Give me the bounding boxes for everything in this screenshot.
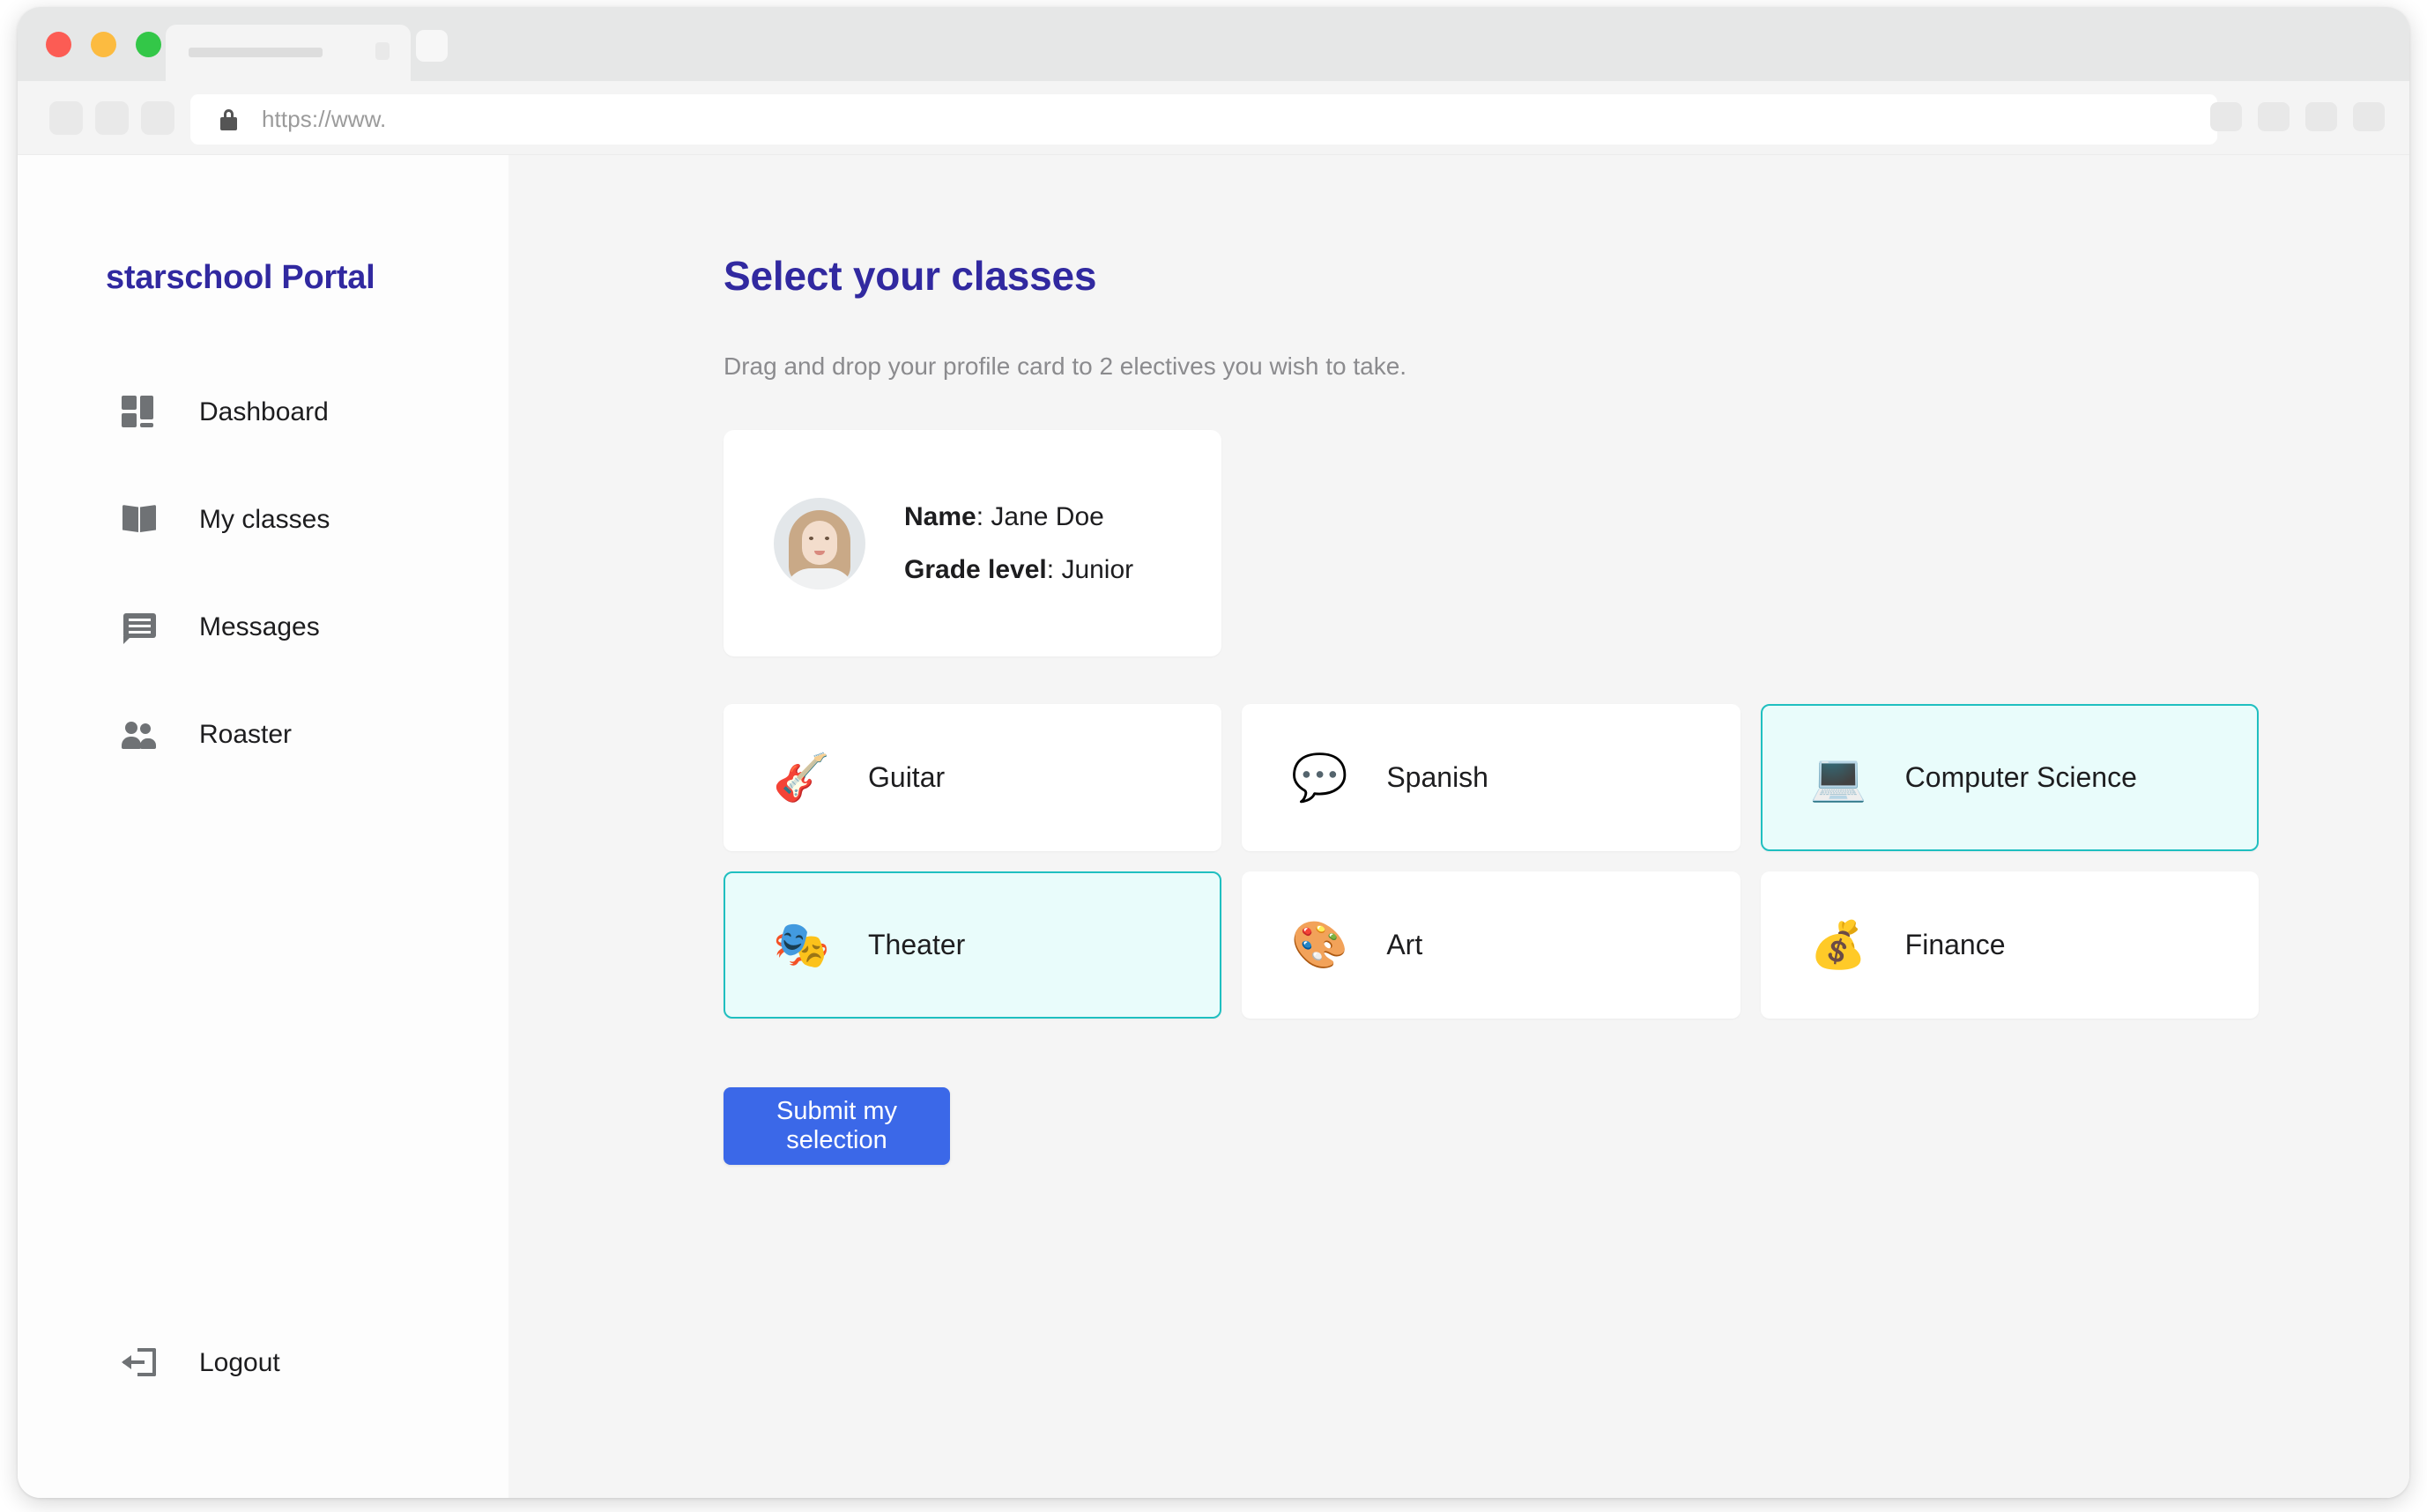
money-bag-icon: 💰 [1809,919,1867,971]
dashboard-grid-icon [122,394,159,431]
open-book-icon [122,501,159,538]
back-button[interactable] [49,101,83,135]
sidebar-item-roaster[interactable]: Roaster [18,704,508,766]
toolbar-button-3[interactable] [2305,102,2337,131]
profile-grade-separator: : [1046,554,1062,584]
browser-tab[interactable] [166,25,411,81]
browser-tab-strip [18,7,2409,81]
profile-details: Name: Jane Doe Grade level: Junior [904,502,1133,585]
chat-bubble-icon [122,609,159,646]
laptop-icon: 💻 [1809,752,1867,804]
toolbar-button-4[interactable] [2353,102,2385,131]
close-tab-icon[interactable] [375,42,390,60]
browser-toolbar: https://www. [18,81,2409,155]
class-card-label: Art [1386,929,1423,961]
sidebar: starschool Portal Dashboard My classes M… [18,155,508,1498]
maximize-window-button[interactable] [136,32,161,57]
page-body: starschool Portal Dashboard My classes M… [18,155,2409,1498]
sidebar-item-label: My classes [199,505,330,534]
browser-nav-buttons [49,101,174,135]
new-tab-button[interactable] [416,30,448,62]
submit-selection-button[interactable]: Submit my selection [724,1087,950,1165]
profile-card[interactable]: Name: Jane Doe Grade level: Junior [724,430,1221,656]
speech-bubble-icon: 💬 [1291,752,1349,804]
forward-button[interactable] [95,101,129,135]
browser-window: https://www. starschool Portal Dashboard [18,7,2409,1498]
guitar-icon: 🎸 [773,752,830,804]
class-card-guitar[interactable]: 🎸 Guitar [724,704,1222,851]
toolbar-button-2[interactable] [2258,102,2290,131]
toolbar-button-1[interactable] [2210,102,2242,131]
class-card-theater[interactable]: 🎭 Theater [724,871,1222,1019]
minimize-window-button[interactable] [91,32,116,57]
class-card-label: Spanish [1386,761,1488,794]
profile-grade-row: Grade level: Junior [904,555,1133,585]
class-card-label: Theater [868,929,966,961]
lock-icon [220,108,237,130]
class-card-label: Guitar [868,761,946,794]
sidebar-item-my-classes[interactable]: My classes [18,489,508,551]
palette-icon: 🎨 [1291,919,1349,971]
address-bar[interactable]: https://www. [190,94,2217,145]
profile-name-separator: : [976,501,991,531]
theater-masks-icon: 🎭 [773,919,830,971]
class-card-spanish[interactable]: 💬 Spanish [1242,704,1740,851]
class-card-finance[interactable]: 💰 Finance [1760,871,2259,1019]
class-card-art[interactable]: 🎨 Art [1242,871,1740,1019]
profile-name-value: Jane Doe [991,501,1104,531]
sidebar-item-label: Messages [199,612,320,641]
class-card-grid: 🎸 Guitar 💬 Spanish 💻 Computer Science 🎭 … [724,704,2259,1019]
reload-button[interactable] [141,101,174,135]
sidebar-item-dashboard[interactable]: Dashboard [18,382,508,443]
profile-name-label: Name [904,501,976,531]
sidebar-item-logout[interactable]: Logout [18,1332,508,1394]
app-brand-title: starschool Portal [106,259,375,296]
close-window-button[interactable] [46,32,71,57]
profile-name-row: Name: Jane Doe [904,502,1133,532]
logout-arrow-icon [122,1345,159,1382]
tab-title-placeholder [189,48,323,57]
page-title: Select your classes [724,253,1097,299]
profile-grade-value: Junior [1061,554,1134,584]
class-card-computer-science[interactable]: 💻 Computer Science [1760,704,2259,851]
sidebar-nav: Dashboard My classes Messages Roaster [18,382,508,766]
page-subtitle: Drag and drop your profile card to 2 ele… [724,352,1407,380]
class-card-label: Computer Science [1904,761,2137,794]
main-content: Select your classes Drag and drop your p… [508,155,2409,1498]
avatar [774,497,865,589]
sidebar-item-label: Roaster [199,720,293,749]
sidebar-item-messages[interactable]: Messages [18,597,508,658]
browser-extension-buttons [2210,102,2385,131]
sidebar-item-label: Logout [199,1348,280,1377]
address-bar-text: https://www. [262,106,387,132]
sidebar-item-label: Dashboard [199,397,329,426]
people-group-icon [122,716,159,753]
class-card-label: Finance [1904,929,2006,961]
window-traffic-lights [46,32,161,57]
profile-grade-label: Grade level [904,554,1047,584]
